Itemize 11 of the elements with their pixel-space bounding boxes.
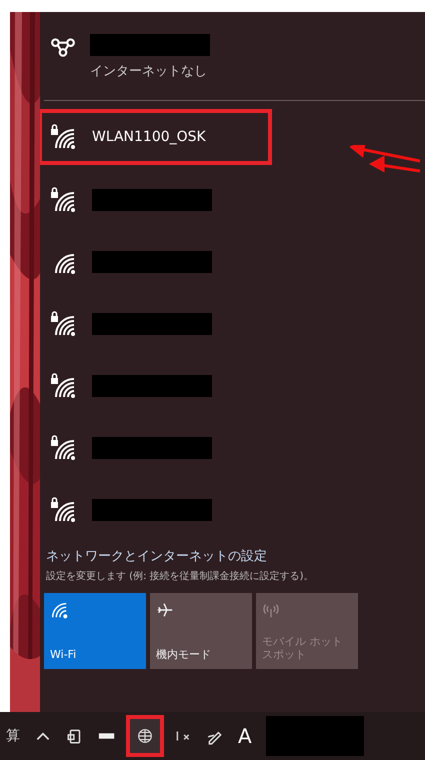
settings-description: 設定を変更します (例: 接続を従量制課金接続に設定する)。 (46, 570, 315, 583)
ime-indicator[interactable]: A (238, 724, 252, 748)
globe-icon[interactable] (130, 719, 160, 753)
wifi-icon (50, 601, 68, 619)
wifi-network-item[interactable]: WLAN1100_OSK (40, 109, 272, 165)
taskbar-text: 算 (6, 727, 20, 745)
quick-action-tile[interactable]: 機内モード (150, 593, 252, 669)
settings-link[interactable]: ネットワークとインターネットの設定 (46, 547, 425, 565)
connection-status: インターネットなし (90, 63, 208, 80)
quick-action-tile[interactable]: Wi-Fi (44, 593, 146, 669)
airplane-icon (156, 601, 174, 619)
